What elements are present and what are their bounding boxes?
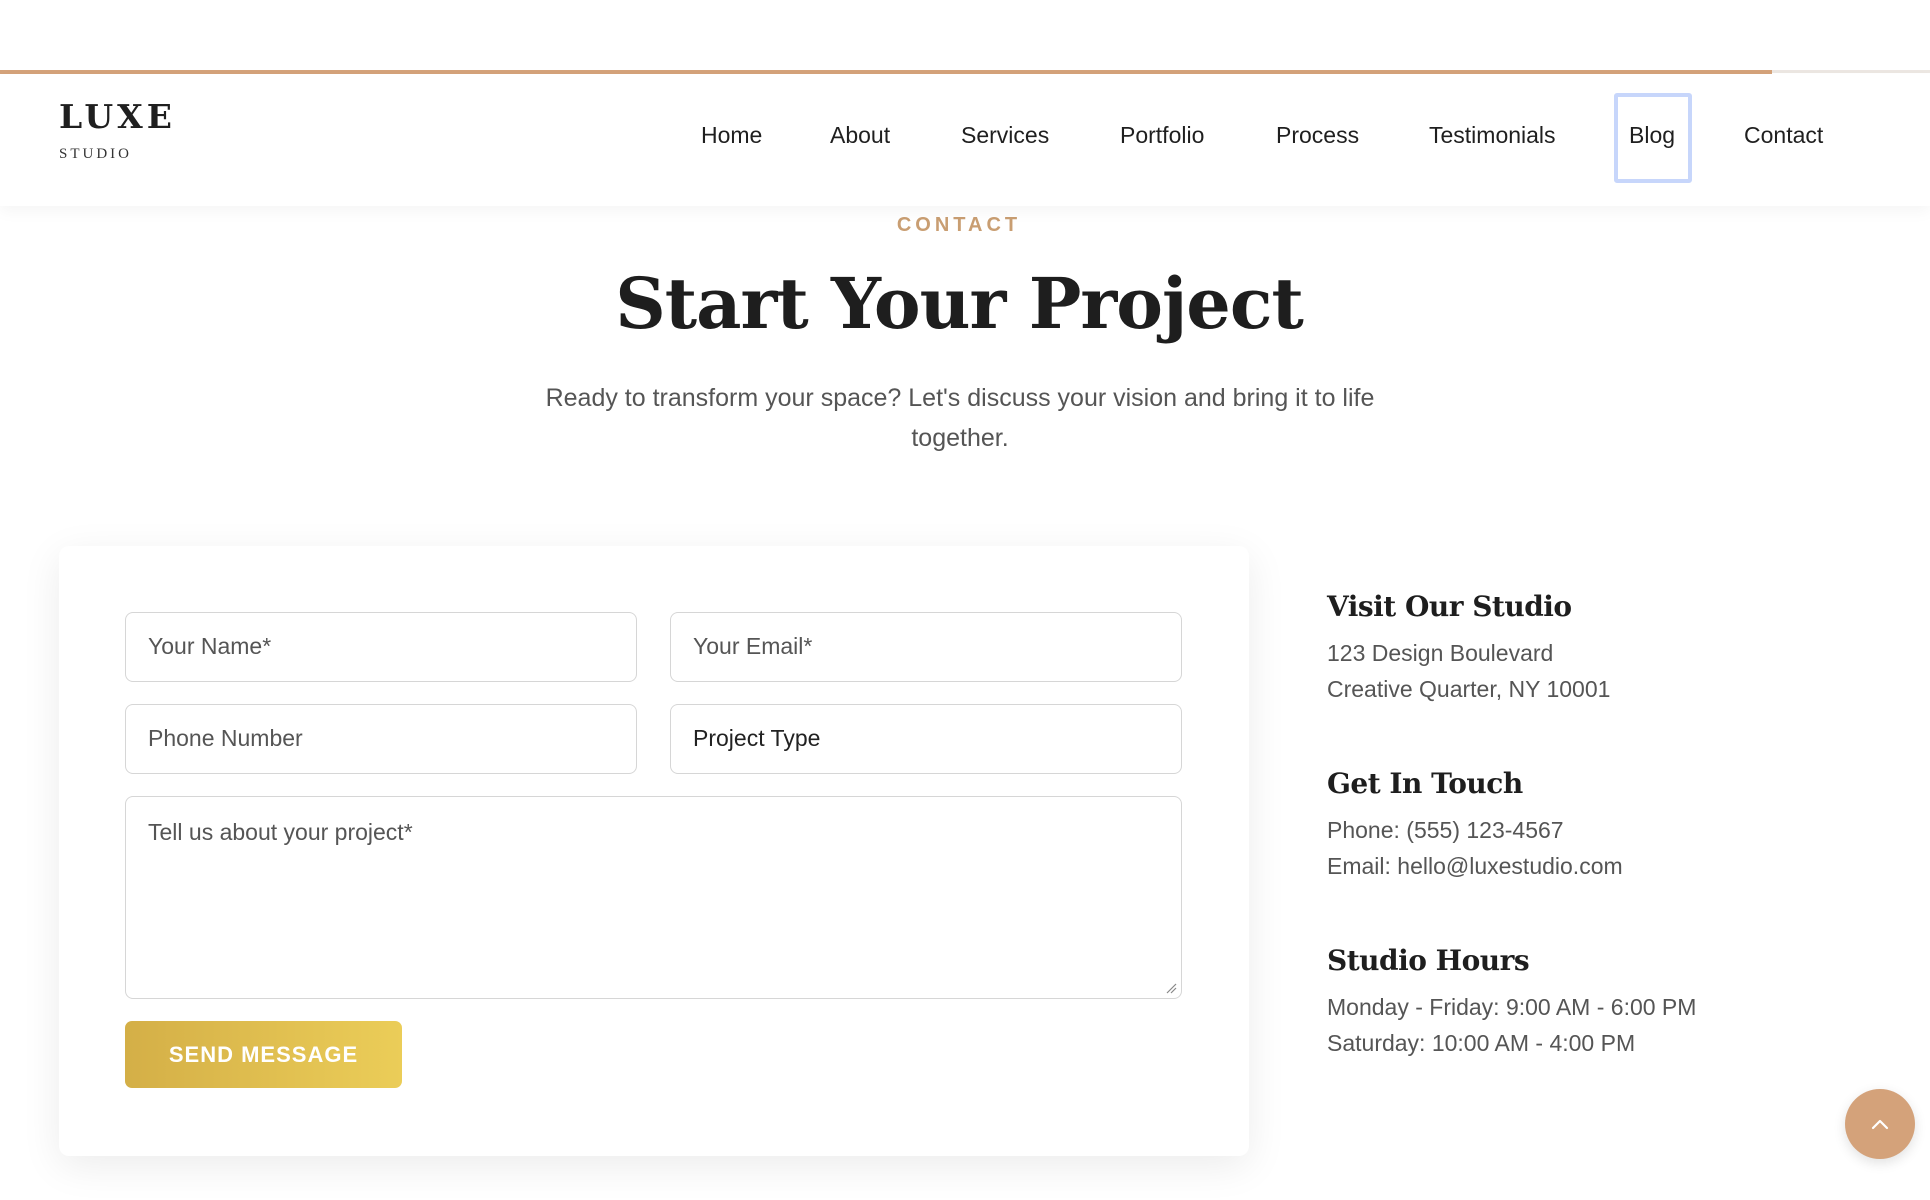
studio-address-lines: 123 Design Boulevard Creative Quarter, N… — [1327, 635, 1610, 707]
contact-form: Your Name* Your Email* Phone Number Proj… — [59, 546, 1249, 1156]
section-subtitle: Ready to transform your space? Let's dis… — [545, 384, 1375, 452]
message-textarea[interactable]: Tell us about your project* — [125, 796, 1182, 999]
studio-hours-title: Studio Hours — [1327, 944, 1530, 977]
studio-address-title: Visit Our Studio — [1327, 590, 1572, 623]
address-line: Creative Quarter, NY 10001 — [1327, 676, 1611, 702]
nav-item-testimonials[interactable]: Testimonials — [1429, 122, 1556, 150]
hours-line: Monday - Friday: 9:00 AM - 6:00 PM — [1327, 994, 1697, 1020]
studio-hours-lines: Monday - Friday: 9:00 AM - 6:00 PM Satur… — [1327, 989, 1696, 1061]
studio-hours-block: Studio Hours Monday - Friday: 9:00 AM - … — [1327, 944, 1696, 1061]
phone-line[interactable]: Phone: (555) 123-4567 — [1327, 812, 1623, 848]
main-nav: Home About Services Portfolio Process Te… — [0, 74, 1930, 206]
site-header: LUXE STUDIO Home About Services Portfoli… — [0, 74, 1930, 206]
chevron-up-icon — [1871, 1119, 1889, 1130]
nav-item-portfolio[interactable]: Portfolio — [1120, 122, 1204, 150]
contact-info-title: Get In Touch — [1327, 767, 1523, 800]
contact-info-block: Get In Touch Phone: (555) 123-4567 Email… — [1327, 767, 1623, 884]
address-line: 123 Design Boulevard — [1327, 640, 1554, 666]
nav-item-services[interactable]: Services — [961, 122, 1049, 150]
nav-item-contact[interactable]: Contact — [1744, 122, 1823, 150]
resize-grip-icon[interactable] — [1165, 982, 1177, 994]
email-line[interactable]: Email: hello@luxestudio.com — [1327, 848, 1623, 884]
hours-line: Saturday: 10:00 AM - 4:00 PM — [1327, 1030, 1636, 1056]
scroll-to-top-button[interactable] — [1845, 1089, 1915, 1159]
name-field[interactable]: Your Name* — [125, 612, 637, 682]
phone-field[interactable]: Phone Number — [125, 704, 637, 774]
project-type-field[interactable]: Project Type — [670, 704, 1182, 774]
section-title: Start Your Project — [615, 262, 1304, 345]
section-eyebrow: CONTACT — [896, 214, 1022, 236]
nav-item-about[interactable]: About — [830, 122, 890, 150]
studio-address-block: Visit Our Studio 123 Design Boulevard Cr… — [1327, 590, 1610, 707]
nav-item-blog[interactable]: Blog — [1629, 122, 1675, 150]
nav-item-process[interactable]: Process — [1276, 122, 1359, 150]
nav-item-home[interactable]: Home — [701, 122, 762, 150]
email-field[interactable]: Your Email* — [670, 612, 1182, 682]
send-message-button[interactable]: SEND MESSAGE — [125, 1021, 402, 1088]
message-placeholder: Tell us about your project* — [148, 819, 413, 845]
contact-info-lines: Phone: (555) 123-4567 Email: hello@luxes… — [1327, 812, 1623, 884]
